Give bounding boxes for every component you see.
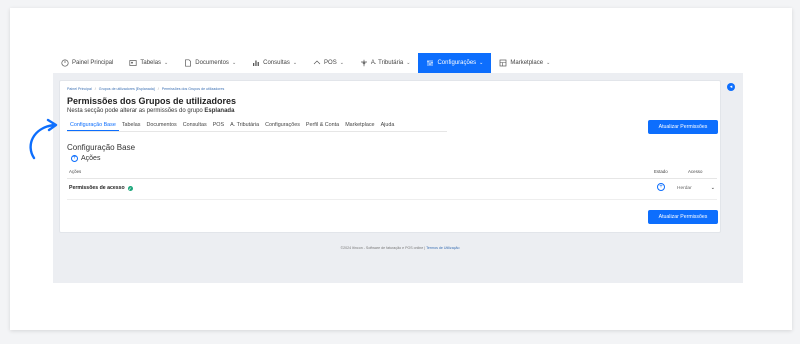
chevron-down-icon: ⌄ bbox=[292, 60, 298, 66]
add-circle-icon[interactable]: + bbox=[657, 183, 665, 191]
nav-item-label: Painel Principal bbox=[72, 60, 114, 66]
nav-item-label: Documentos bbox=[195, 60, 229, 66]
column-header-acesso: Acesso bbox=[688, 169, 703, 174]
access-select-value: Herdar bbox=[677, 185, 692, 191]
tab-a-tributaria[interactable]: A. Tributária bbox=[227, 121, 262, 131]
settings-sliders-icon bbox=[426, 59, 434, 67]
chevron-down-icon: ⌄ bbox=[231, 60, 237, 66]
permissions-panel: Painel Principal / Grupos de utilizadore… bbox=[59, 80, 721, 233]
tab-pos[interactable]: POS bbox=[210, 121, 227, 131]
chevron-down-icon: ⌄ bbox=[339, 60, 344, 66]
breadcrumb-separator: / bbox=[157, 87, 159, 91]
breadcrumb-item-current[interactable]: Permissões dos Grupos de utilizadores bbox=[162, 87, 225, 91]
nav-item-tabelas[interactable]: Tabelas ⌄ bbox=[121, 53, 176, 73]
table-row-permissoes-de-acesso[interactable]: Permissões de acesso ✓ bbox=[69, 185, 133, 191]
nav-item-pos[interactable]: POS ⌄ bbox=[305, 53, 352, 73]
dashboard-icon bbox=[61, 59, 69, 67]
table-header-divider bbox=[67, 178, 717, 179]
bar-chart-icon bbox=[252, 59, 260, 67]
tabs-divider bbox=[67, 131, 447, 132]
add-actions-button[interactable]: + Ações bbox=[71, 155, 100, 162]
page-subtitle: Nesta secção pode alterar as permissões … bbox=[67, 108, 234, 114]
terms-link[interactable]: Termos de Utilização bbox=[426, 246, 459, 250]
curved-arrow-annotation bbox=[29, 118, 58, 160]
marketplace-icon bbox=[499, 59, 507, 67]
tab-configuracao-base[interactable]: Configuração Base bbox=[67, 121, 119, 131]
top-navigation: Painel Principal Tabelas ⌄ Documentos ⌄ … bbox=[53, 53, 743, 73]
add-actions-label: Ações bbox=[81, 155, 101, 162]
breadcrumb-separator: / bbox=[94, 87, 96, 91]
tab-perfil-conta[interactable]: Perfil & Conta bbox=[303, 121, 342, 131]
row-label: Permissões de acesso bbox=[69, 185, 125, 191]
column-header-acoes: Ações bbox=[69, 169, 82, 174]
chevron-down-icon: ⌄ bbox=[406, 60, 411, 66]
breadcrumb-item-groups[interactable]: Grupos de utilizadores [Esplanada] bbox=[99, 87, 155, 91]
tab-marketplace[interactable]: Marketplace bbox=[342, 121, 377, 131]
nav-item-label: POS bbox=[324, 60, 337, 66]
user-card-icon bbox=[129, 59, 137, 67]
nav-item-label: Tabelas bbox=[140, 60, 162, 66]
tax-icon bbox=[360, 59, 368, 67]
nav-item-painel-principal[interactable]: Painel Principal bbox=[53, 53, 121, 73]
page-title: Permissões dos Grupos de utilizadores bbox=[67, 96, 237, 106]
chevron-down-icon: ⌄ bbox=[546, 60, 551, 66]
nav-item-label: A. Tributária bbox=[370, 60, 404, 66]
column-header-estado: Estado bbox=[654, 169, 668, 174]
nav-item-label: Marketplace bbox=[510, 60, 544, 66]
chevron-down-icon: ⌄ bbox=[164, 60, 169, 66]
nav-item-documentos[interactable]: Documentos ⌄ bbox=[176, 53, 244, 73]
section-title: Configuração Base bbox=[67, 143, 136, 152]
chevron-down-icon: ⌄ bbox=[710, 185, 715, 191]
nav-item-configuracoes[interactable]: Configurações ⌄ bbox=[418, 53, 492, 73]
table-row-divider bbox=[67, 199, 717, 200]
tab-documentos[interactable]: Documentos bbox=[143, 121, 179, 131]
nav-item-a-tributaria[interactable]: A. Tributária ⌄ bbox=[352, 53, 419, 73]
check-circle-icon: ✓ bbox=[127, 185, 133, 191]
nav-item-marketplace[interactable]: Marketplace ⌄ bbox=[491, 53, 558, 73]
tab-tabelas[interactable]: Tabelas bbox=[119, 121, 144, 131]
nav-item-consultas[interactable]: Consultas ⌄ bbox=[244, 53, 305, 73]
subtitle-text: Nesta secção pode alterar as permissões … bbox=[67, 108, 203, 114]
breadcrumb-item-home[interactable]: Painel Principal bbox=[67, 87, 92, 91]
tab-ajuda[interactable]: Ajuda bbox=[378, 121, 398, 131]
nav-item-label: Consultas bbox=[263, 60, 290, 66]
chevron-down-icon: ⌄ bbox=[479, 60, 484, 66]
update-permissions-button-bottom[interactable]: Atualizar Permissões bbox=[648, 210, 718, 224]
footer-text: ©2024 Itincon - Software de faturação e … bbox=[340, 246, 426, 250]
access-select[interactable]: Herdar ⌄ bbox=[674, 183, 718, 193]
permission-tabs: Configuração Base Tabelas Documentos Con… bbox=[67, 121, 397, 131]
collapse-sidebar-button[interactable]: ◂ bbox=[727, 83, 735, 91]
pos-icon bbox=[313, 59, 321, 67]
group-name: Esplanada bbox=[204, 108, 235, 114]
document-icon bbox=[184, 59, 192, 67]
nav-item-label: Configurações bbox=[437, 60, 477, 66]
footer: ©2024 Itincon - Software de faturação e … bbox=[0, 246, 800, 250]
breadcrumb: Painel Principal / Grupos de utilizadore… bbox=[67, 87, 224, 91]
tab-consultas[interactable]: Consultas bbox=[180, 121, 210, 131]
tab-configuracoes[interactable]: Configurações bbox=[262, 121, 303, 131]
update-permissions-button-top[interactable]: Atualizar Permissões bbox=[648, 120, 718, 134]
